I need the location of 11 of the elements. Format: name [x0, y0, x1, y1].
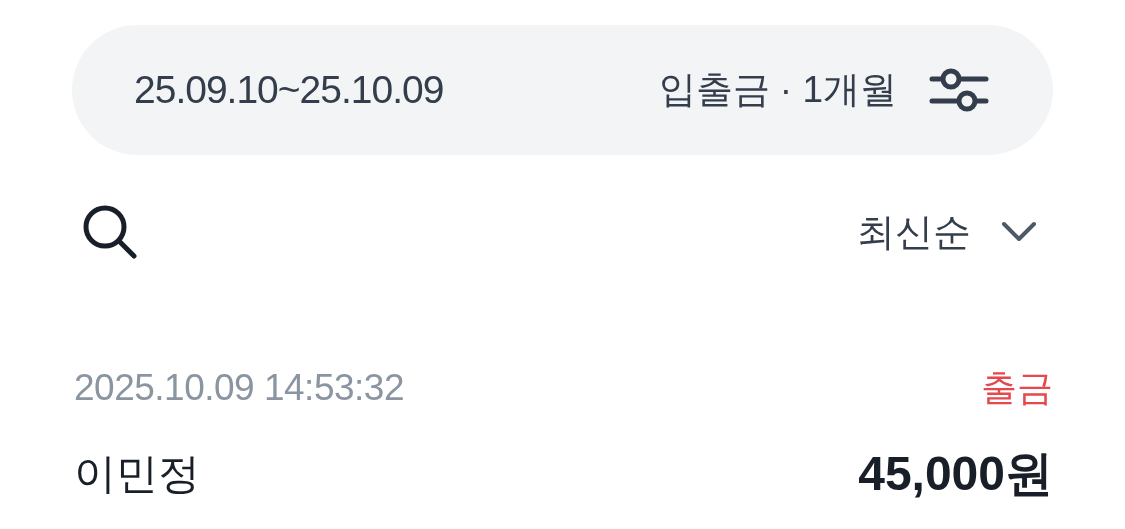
transaction-item[interactable]: 2025.10.09 14:53:32 출금 이민정 45,000원 [72, 360, 1053, 510]
transaction-datetime: 2025.10.09 14:53:32 [74, 366, 404, 410]
transaction-type: 출금 [981, 365, 1053, 410]
search-icon[interactable] [82, 204, 138, 260]
chevron-down-icon [1001, 221, 1037, 243]
sort-dropdown[interactable]: 최신순 [857, 203, 1037, 261]
transaction-amount: 45,000원 [858, 445, 1053, 502]
filter-bar[interactable]: 25.09.10~25.10.09 입출금 · 1개월 [72, 25, 1053, 155]
transaction-name: 이민정 [74, 449, 200, 499]
date-range: 25.09.10~25.10.09 [134, 66, 444, 113]
filter-summary: 입출금 · 1개월 [658, 68, 897, 113]
